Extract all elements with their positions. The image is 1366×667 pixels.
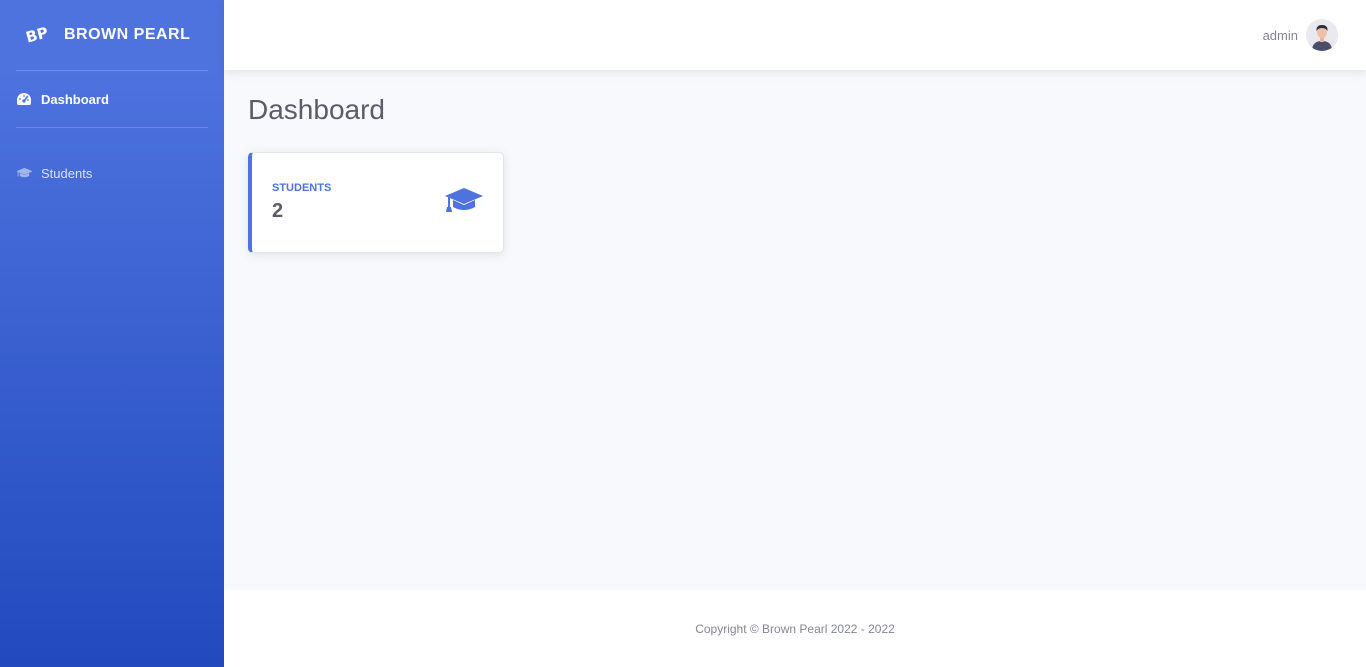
card-label: STUDENTS: [272, 182, 332, 194]
main-content: Dashboard STUDENTS 2: [224, 70, 1366, 590]
username: admin: [1262, 27, 1298, 43]
sidebar-item-label: Dashboard: [41, 91, 109, 107]
tachometer-icon: [16, 92, 33, 106]
card-value: 2: [272, 200, 284, 222]
sidebar-item-students[interactable]: Students: [0, 145, 224, 201]
sidebar-item-label: Students: [41, 165, 93, 181]
brand-logo: BP: [23, 23, 51, 47]
user-menu[interactable]: admin: [1263, 19, 1338, 51]
graduation-cap-icon: [16, 166, 33, 180]
sidebar: BP BROWN PEARL Dashboard Students: [0, 0, 224, 667]
page-title: Dashboard: [248, 94, 385, 125]
brand-link[interactable]: BP BROWN PEARL: [0, 0, 224, 70]
students-card: STUDENTS 2: [248, 152, 504, 253]
brand-name: BROWN PEARL: [64, 26, 191, 43]
content-wrapper: admin Dashboard STUDENTS 2 Copyright © B…: [224, 0, 1366, 667]
avatar[interactable]: [1306, 19, 1338, 51]
sidebar-item-dashboard[interactable]: Dashboard: [0, 71, 224, 127]
footer: Copyright © Brown Pearl 2022 - 2022: [224, 590, 1366, 667]
graduation-cap-icon: [443, 186, 485, 219]
topbar: admin: [224, 0, 1366, 70]
app-root: BP BROWN PEARL Dashboard Students admin …: [0, 0, 1366, 667]
copyright-text: Copyright © Brown Pearl 2022 - 2022: [695, 621, 895, 636]
